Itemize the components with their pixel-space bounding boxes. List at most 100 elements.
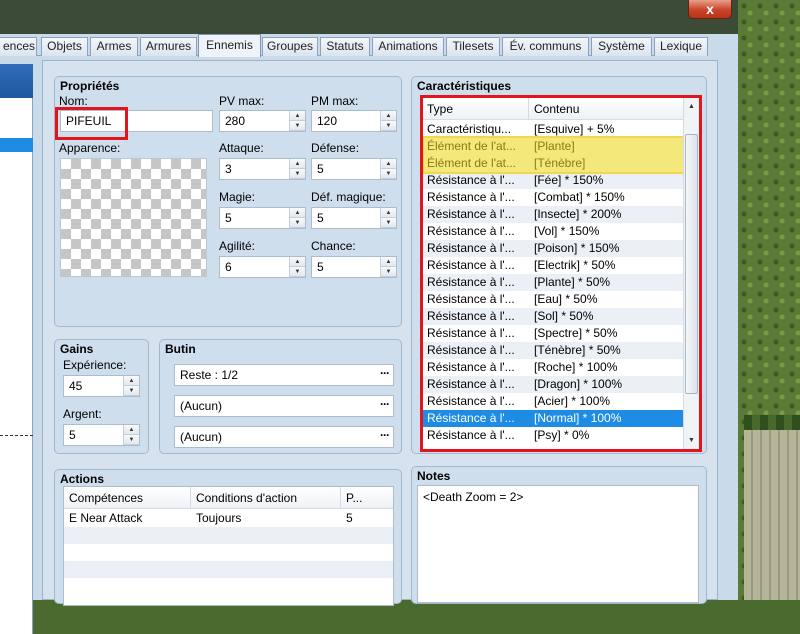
name-field[interactable]: PIFEUIL (60, 110, 213, 132)
magic-defense-spinner[interactable]: 5 ▲ ▼ (311, 207, 397, 229)
traits-table[interactable]: Type Contenu Caractéristiqu... [Esquive] … (421, 97, 700, 451)
trait-type: Élément de l'at... (427, 139, 517, 153)
magic-spinner[interactable]: 5 ▲ ▼ (219, 207, 306, 229)
table-row[interactable]: Résistance à l'... [Normal] * 100% (422, 410, 685, 427)
magic-up-icon[interactable]: ▲ (290, 208, 305, 218)
scroll-down-icon[interactable]: ▼ (684, 432, 699, 449)
gold-down-icon[interactable]: ▼ (124, 435, 139, 445)
experience-down-icon[interactable]: ▼ (124, 386, 139, 396)
scroll-up-icon[interactable]: ▲ (684, 98, 699, 115)
hp-down-icon[interactable]: ▼ (290, 121, 305, 131)
tab-system[interactable]: Système (591, 37, 652, 56)
tab-states[interactable]: Statuts (320, 37, 370, 56)
experience-spinner[interactable]: 45 ▲ ▼ (63, 375, 140, 397)
luck-up-icon[interactable]: ▲ (381, 257, 396, 267)
tab-common-events[interactable]: Év. communs (502, 37, 589, 56)
agility-up-icon[interactable]: ▲ (290, 257, 305, 267)
defense-down-icon[interactable]: ▼ (381, 169, 396, 179)
close-button[interactable]: x (688, 0, 732, 19)
tab-lexicon[interactable]: Lexique (654, 37, 708, 56)
mp-up-icon[interactable]: ▲ (381, 111, 396, 121)
mp-down-icon[interactable]: ▼ (381, 121, 396, 131)
table-row[interactable]: Résistance à l'... [Combat] * 150% (422, 189, 685, 206)
scroll-thumb[interactable] (685, 134, 698, 394)
trait-content: [Plante] (534, 139, 575, 153)
attack-down-icon[interactable]: ▼ (290, 169, 305, 179)
traits-scrollbar[interactable]: ▲ ▼ (683, 98, 699, 450)
table-row[interactable]: Résistance à l'... [Psy] * 0% (422, 427, 685, 444)
table-row[interactable]: Résistance à l'... [Fée] * 150% (422, 172, 685, 189)
luck-spinner[interactable]: 5 ▲ ▼ (311, 256, 397, 278)
table-row[interactable]: Résistance à l'... [Electrik] * 50% (422, 257, 685, 274)
mp-spinner[interactable]: 120 ▲ ▼ (311, 110, 397, 132)
table-row[interactable]: Résistance à l'... [Roche] * 100% (422, 359, 685, 376)
action-condition: Toujours (196, 511, 242, 525)
tab-items[interactable]: Objets (41, 37, 88, 56)
table-row[interactable]: Élément de l'at... [Ténèbre] (422, 155, 685, 172)
agility-spinner[interactable]: 6 ▲ ▼ (219, 256, 306, 278)
table-row[interactable]: Résistance à l'... [Spectre] * 50% (422, 325, 685, 342)
agility-down-icon[interactable]: ▼ (290, 267, 305, 277)
tab-weapons[interactable]: Armes (90, 37, 138, 56)
magic-label: Magie: (219, 190, 256, 204)
action-priority: 5 (346, 511, 353, 525)
loot-dropdown-2[interactable]: (Aucun) ··· (174, 395, 394, 417)
trait-content: [Insecte] * 200% (534, 207, 622, 221)
actions-col-skill[interactable]: Compétences (64, 487, 191, 509)
traits-col-content[interactable]: Contenu (529, 98, 685, 120)
table-row[interactable]: Résistance à l'... [Poison] * 150% (422, 240, 685, 257)
table-row[interactable]: E Near Attack Toujours 5 (64, 510, 393, 527)
trait-type: Résistance à l'... (427, 292, 515, 306)
loot-item-3: (Aucun) (180, 430, 223, 444)
table-row[interactable]: Résistance à l'... [Eau] * 50% (422, 291, 685, 308)
defense-up-icon[interactable]: ▲ (381, 159, 396, 169)
tab-enemies[interactable]: Ennemis (198, 34, 261, 57)
trait-content: [Ténèbre] (534, 156, 586, 170)
notes-textarea[interactable]: <Death Zoom = 2> (417, 485, 699, 603)
table-row[interactable]: Résistance à l'... [Ténèbre] * 50% (422, 342, 685, 359)
trait-content: [Acier] * 100% (534, 394, 611, 408)
agility-value: 6 (225, 260, 232, 274)
appearance-image[interactable] (60, 158, 207, 277)
table-row-empty[interactable] (64, 578, 393, 595)
table-row-empty[interactable] (64, 527, 393, 544)
magic-down-icon[interactable]: ▼ (290, 218, 305, 228)
trait-content: [Poison] * 150% (534, 241, 620, 255)
enemy-editor: Propriétés Nom: PIFEUIL Apparence: PV ma… (42, 60, 718, 606)
hp-up-icon[interactable]: ▲ (290, 111, 305, 121)
gold-spinner[interactable]: 5 ▲ ▼ (63, 424, 140, 446)
table-row[interactable]: Résistance à l'... [Plante] * 50% (422, 274, 685, 291)
actions-col-priority[interactable]: P... (341, 487, 393, 509)
attack-up-icon[interactable]: ▲ (290, 159, 305, 169)
actions-table[interactable]: Compétences Conditions d'action P... E N… (63, 486, 394, 606)
defense-spinner[interactable]: 5 ▲ ▼ (311, 158, 397, 180)
tab-experiences[interactable]: ences (0, 37, 37, 56)
tab-animations[interactable]: Animations (372, 37, 444, 56)
attack-spinner[interactable]: 3 ▲ ▼ (219, 158, 306, 180)
table-row[interactable]: Résistance à l'... [Dragon] * 100% (422, 376, 685, 393)
enemy-list[interactable] (0, 64, 33, 634)
enemy-list-selected-row[interactable] (0, 138, 33, 152)
tab-tilesets[interactable]: Tilesets (446, 37, 500, 56)
experience-up-icon[interactable]: ▲ (124, 376, 139, 386)
magic-defense-up-icon[interactable]: ▲ (381, 208, 396, 218)
magic-defense-down-icon[interactable]: ▼ (381, 218, 396, 228)
gold-up-icon[interactable]: ▲ (124, 425, 139, 435)
tab-armors[interactable]: Armures (140, 37, 197, 56)
table-row[interactable]: Résistance à l'... [Sol] * 50% (422, 308, 685, 325)
loot-dropdown-1[interactable]: Reste : 1/2 ··· (174, 364, 394, 386)
table-row[interactable]: Caractéristiqu... [Esquive] + 5% (422, 121, 685, 138)
table-row[interactable]: Résistance à l'... [Acier] * 100% (422, 393, 685, 410)
table-row[interactable]: Résistance à l'... [Vol] * 150% (422, 223, 685, 240)
table-row-empty[interactable] (64, 544, 393, 561)
actions-col-condition[interactable]: Conditions d'action (191, 487, 341, 509)
table-row[interactable]: Élément de l'at... [Plante] (422, 138, 685, 155)
tab-troops[interactable]: Groupes (262, 37, 318, 56)
table-row[interactable]: Résistance à l'... [Insecte] * 200% (422, 206, 685, 223)
hp-spinner[interactable]: 280 ▲ ▼ (219, 110, 306, 132)
notes-title: Notes (417, 469, 451, 483)
loot-dropdown-3[interactable]: (Aucun) ··· (174, 426, 394, 448)
table-row-empty[interactable] (64, 561, 393, 578)
traits-col-type[interactable]: Type (422, 98, 529, 120)
luck-down-icon[interactable]: ▼ (381, 267, 396, 277)
